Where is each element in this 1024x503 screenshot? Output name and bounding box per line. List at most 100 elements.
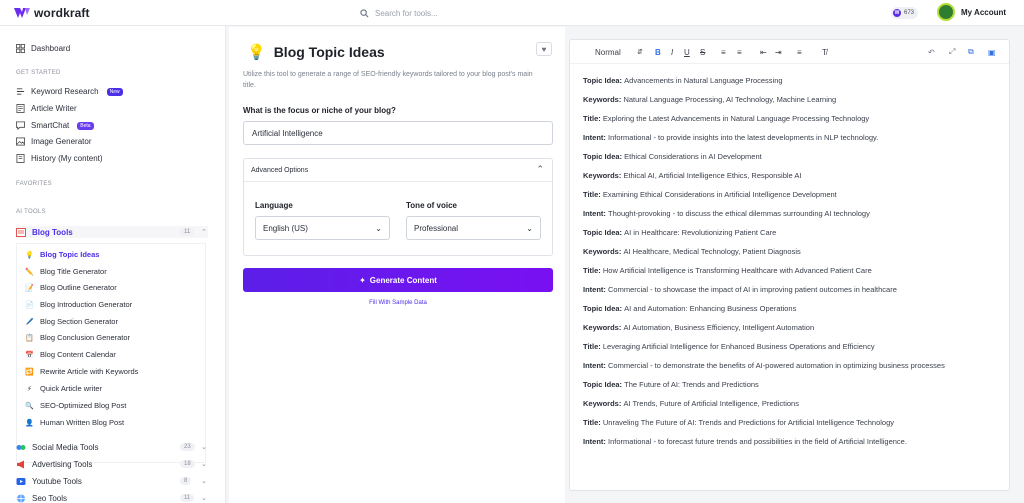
megaphone-icon [16, 460, 26, 469]
pen-icon: 🖊️ [25, 318, 34, 326]
credits-count: 673 [904, 10, 915, 16]
list-item-label: Blog Title Generator [40, 267, 107, 276]
list-item-human-written-blog-post[interactable]: 👤 Human Written Blog Post [25, 418, 124, 427]
content-key: Topic Idea [583, 76, 620, 85]
generate-content-button[interactable]: ✦ Generate Content [243, 268, 553, 292]
list-item-label: Blog Conclusion Generator [40, 333, 131, 342]
list-item-blog-topic-ideas[interactable]: 💡 Blog Topic Ideas [25, 250, 99, 259]
content-value: AI Automation, Business Efficiency, Inte… [623, 323, 815, 332]
list-item-seo-optimized-blog-post[interactable]: 🔍 SEO-Optimized Blog Post [25, 401, 126, 410]
content-value: How Artificial Intelligence is Transform… [602, 266, 872, 275]
content-line: Topic Idea: The Future of AI: Trends and… [583, 380, 1003, 399]
sidebar-item-smartchat[interactable]: SmartChat Beta [16, 121, 94, 130]
sidebar-item-image-generator[interactable]: Image Generator [16, 137, 91, 146]
save-icon[interactable]: ▣ [988, 46, 996, 58]
tone-value: Professional [414, 223, 459, 233]
content-key: Keywords [583, 247, 619, 256]
undo-icon[interactable]: ↶ [928, 46, 935, 58]
search-input[interactable]: Search for tools... [375, 9, 438, 18]
chevron-down-icon: ⌄ [201, 444, 207, 451]
italic-button[interactable]: I [671, 46, 673, 58]
sidebar-group-advertising-tools[interactable]: Advertising Tools 18 ⌄ [16, 458, 208, 470]
list-item-quick-article-writer[interactable]: ⚡ Quick Article writer [25, 384, 102, 393]
content-key: Topic Idea [583, 228, 620, 237]
generated-content[interactable]: Topic Idea: Advancements in Natural Lang… [583, 76, 1003, 456]
sidebar-group-youtube-tools[interactable]: Youtube Tools 8 ⌄ [16, 475, 208, 487]
account-menu[interactable]: My Account [937, 3, 1006, 21]
content-key: Keywords [583, 323, 619, 332]
sidebar: Dashboard GET STARTED Keyword Research N… [0, 26, 226, 503]
sidebar-item-history[interactable]: History (My content) [16, 154, 103, 163]
memo-icon: 📝 [25, 284, 34, 292]
ordered-list-button[interactable]: ≡ [721, 46, 726, 58]
sidebar-group-blog-tools[interactable]: Blog Tools 11 ⌃ [16, 226, 208, 238]
chevron-down-icon: ⌄ [201, 461, 207, 468]
copy-icon[interactable]: ⧉ [968, 46, 974, 58]
list-item-blog-conclusion-generator[interactable]: 📋 Blog Conclusion Generator [25, 333, 130, 342]
list-item-blog-section-generator[interactable]: 🖊️ Blog Section Generator [25, 317, 118, 326]
sidebar-item-article-writer[interactable]: Article Writer [16, 104, 77, 113]
underline-button[interactable]: U [684, 46, 690, 58]
sidebar-item-label: Keyword Research [31, 87, 99, 96]
group-count: 11 [180, 228, 195, 236]
content-line: Title: Examining Ethical Considerations … [583, 190, 1003, 209]
wordkraft-logo-icon [14, 8, 30, 18]
focus-input[interactable]: Artificial Intelligence [243, 121, 553, 145]
fill-sample-data-link[interactable]: Fill With Sample Data [243, 300, 553, 306]
advanced-options-toggle[interactable]: Advanced Options ⌃ [244, 159, 552, 182]
group-count: 23 [180, 443, 195, 451]
image-icon [16, 137, 25, 146]
sidebar-item-dashboard[interactable]: Dashboard [16, 44, 70, 53]
align-button[interactable]: ≡ [797, 46, 802, 58]
sidebar-item-keyword-research[interactable]: Keyword Research New [16, 87, 123, 96]
list-item-blog-introduction-generator[interactable]: 📄 Blog Introduction Generator [25, 300, 132, 309]
new-badge: New [106, 87, 123, 96]
content-key: Topic Idea [583, 304, 620, 313]
list-item-blog-title-generator[interactable]: ✏️ Blog Title Generator [25, 267, 107, 276]
tone-select[interactable]: Professional ⌄ [406, 216, 541, 240]
content-line: Intent: Informational - to forecast futu… [583, 437, 1003, 456]
list-item-blog-outline-generator[interactable]: 📝 Blog Outline Generator [25, 283, 117, 292]
content-value: Advancements in Natural Language Process… [624, 76, 783, 85]
language-value: English (US) [263, 223, 308, 233]
clear-format-button[interactable]: T̸ [822, 46, 827, 58]
content-value: Unraveling The Future of AI: Trends and … [602, 418, 895, 427]
bullet-list-button[interactable]: ≡ [737, 46, 742, 58]
sidebar-group-social-media-tools[interactable]: Social Media Tools 23 ⌄ [16, 441, 208, 453]
content-value: Informational - to provide insights into… [608, 133, 879, 142]
tool-form: 💡 Blog Topic Ideas ♥ Utilize this tool t… [229, 27, 565, 503]
content-key: Title [583, 114, 599, 123]
text-style-select[interactable]: Normal ⇵ [595, 46, 643, 58]
avatar[interactable] [937, 3, 955, 21]
favorite-button[interactable]: ♥ [536, 42, 552, 56]
list-item-blog-content-calendar[interactable]: 📅 Blog Content Calendar [25, 350, 116, 359]
page-icon: 📄 [25, 301, 34, 309]
content-value: AI Trends, Future of Artificial Intellig… [623, 399, 799, 408]
content-value: Ethical Considerations in AI Development [624, 152, 762, 161]
language-select[interactable]: English (US) ⌄ [255, 216, 390, 240]
outdent-button[interactable]: ⇤ [760, 46, 767, 58]
content-line: Intent: Thought-provoking - to discuss t… [583, 209, 1003, 228]
strikethrough-button[interactable]: S [700, 46, 705, 58]
beta-badge: Beta [77, 121, 94, 130]
sidebar-group-seo-tools[interactable]: Seo Tools 11 ⌄ [16, 492, 208, 503]
logo[interactable]: wordkraft [14, 6, 90, 20]
sidebar-item-label: History (My content) [31, 154, 103, 163]
chat-icon [16, 121, 25, 130]
list-item-rewrite-article[interactable]: 🔁 Rewrite Article with Keywords [25, 367, 138, 376]
social-media-icon [16, 443, 26, 452]
expand-icon[interactable]: ⤢ [949, 46, 955, 58]
sidebar-item-label: Article Writer [31, 104, 77, 113]
up-down-icon: ⇵ [637, 49, 643, 56]
lightning-icon: ⚡ [27, 385, 32, 393]
content-value: AI Healthcare, Medical Technology, Patie… [623, 247, 801, 256]
bold-button[interactable]: B [655, 46, 661, 58]
search-bar[interactable]: Search for tools... [360, 6, 590, 20]
indent-button[interactable]: ⇥ [775, 46, 782, 58]
chevron-up-icon: ⌃ [536, 164, 544, 174]
content-key: Title [583, 266, 599, 275]
content-value: Exploring the Latest Advancements in Nat… [602, 114, 870, 123]
list-item-label: Blog Introduction Generator [40, 300, 133, 309]
credits-badge[interactable]: W 673 [891, 7, 919, 19]
content-line: Keywords: AI Healthcare, Medical Technol… [583, 247, 1003, 266]
